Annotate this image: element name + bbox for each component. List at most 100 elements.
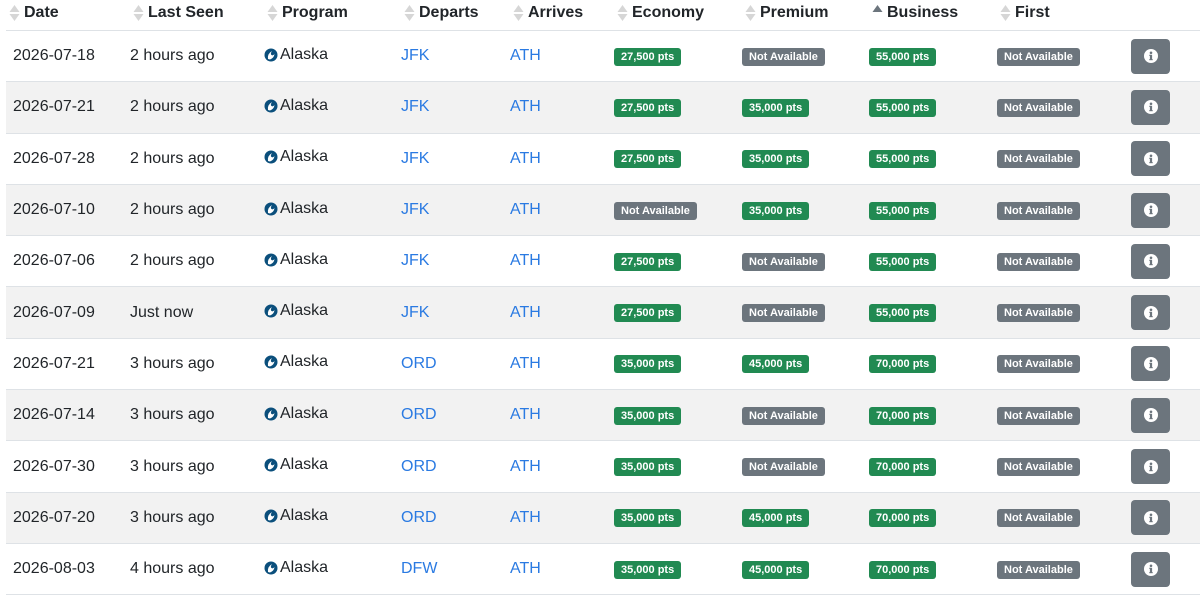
program-cell: Alaska <box>264 543 401 596</box>
departs-airport-link[interactable]: ORD <box>401 458 437 475</box>
business-cell: 70,000 pts <box>869 543 997 596</box>
details-button[interactable] <box>1131 89 1170 125</box>
details-button[interactable] <box>1131 38 1170 74</box>
alaska-logo-icon <box>264 304 278 318</box>
first-cell: Not Available <box>997 338 1123 391</box>
alaska-logo-icon <box>264 407 278 421</box>
date-value: 2026-07-09 <box>13 303 95 321</box>
arrives-airport-link[interactable]: ATH <box>510 47 541 64</box>
departs-airport-link[interactable]: JFK <box>401 150 429 167</box>
details-button[interactable] <box>1131 243 1170 279</box>
alaska-logo-icon <box>264 99 278 113</box>
column-header-label: Economy <box>632 4 705 21</box>
alaska-logo-icon <box>264 150 278 164</box>
details-button[interactable] <box>1131 500 1170 536</box>
column-header-label: Premium <box>760 4 829 21</box>
column-header-label: First <box>1015 4 1050 21</box>
date-value-cell: 2026-07-10 <box>6 184 130 237</box>
sort-icon <box>132 4 145 22</box>
departs-airport-link[interactable]: JFK <box>401 304 429 321</box>
column-header-economy[interactable]: Economy <box>614 0 742 31</box>
column-header-date[interactable]: Date <box>6 0 130 31</box>
unavailable-badge: Not Available <box>742 47 825 66</box>
arrives-airport-link-cell: ATH <box>510 133 614 185</box>
points-badge: 27,500 pts <box>614 252 682 271</box>
program: Alaska <box>264 46 328 64</box>
details-button[interactable] <box>1131 192 1170 228</box>
table-row: 2026-07-28 2 hours ago Alaska JFK ATH 27,500 … <box>6 133 1200 185</box>
column-header-first[interactable]: First <box>997 0 1123 31</box>
business-cell: 70,000 pts <box>869 440 997 493</box>
column-header-departs[interactable]: Departs <box>401 0 510 31</box>
points-badge: 35,000 pts <box>742 150 810 169</box>
economy-cell: 35,000 pts <box>614 543 742 596</box>
arrives-airport-link[interactable]: ATH <box>510 509 541 526</box>
date-value-cell: 2026-07-18 <box>6 30 130 83</box>
details-button[interactable] <box>1131 295 1170 331</box>
first-cell: Not Available <box>997 543 1123 596</box>
last-seen-value-cell: Just now <box>130 286 264 339</box>
table-row: 2026-07-14 3 hours ago Alaska ORD ATH 35,000 … <box>6 389 1200 442</box>
column-header-last-seen[interactable]: Last Seen <box>130 0 264 31</box>
actions-cell <box>1123 440 1200 493</box>
premium-cell: 35,000 pts <box>742 184 869 237</box>
departs-airport-link[interactable]: JFK <box>401 252 429 269</box>
arrives-airport-link[interactable]: ATH <box>510 150 541 167</box>
departs-airport-link[interactable]: ORD <box>401 509 437 526</box>
points-badge: 55,000 pts <box>869 47 937 66</box>
details-button[interactable] <box>1131 449 1170 485</box>
departs-airport-link-cell: ORD <box>401 492 510 544</box>
unavailable-badge: Not Available <box>997 98 1080 117</box>
program-cell: Alaska <box>264 286 401 339</box>
column-header-arrives[interactable]: Arrives <box>510 0 614 31</box>
details-button[interactable] <box>1131 141 1170 177</box>
program: Alaska <box>264 97 328 115</box>
arrives-airport-link[interactable]: ATH <box>510 355 541 372</box>
points-badge: 55,000 pts <box>869 98 937 117</box>
program: Alaska <box>264 353 328 371</box>
departs-airport-link-cell: ORD <box>401 389 510 442</box>
arrives-airport-link-cell: ATH <box>510 235 614 288</box>
column-header-label: Arrives <box>528 4 584 21</box>
arrives-airport-link[interactable]: ATH <box>510 252 541 269</box>
arrives-airport-link[interactable]: ATH <box>510 560 541 577</box>
departs-airport-link[interactable]: JFK <box>401 47 429 64</box>
column-header-program[interactable]: Program <box>264 0 401 31</box>
arrives-airport-link[interactable]: ATH <box>510 458 541 475</box>
economy-cell: 27,500 pts <box>614 30 742 83</box>
column-header-premium[interactable]: Premium <box>742 0 869 31</box>
table-row: 2026-07-21 3 hours ago Alaska ORD ATH 35,000 … <box>6 338 1200 391</box>
arrives-airport-link[interactable]: ATH <box>510 98 541 115</box>
column-header-label: Business <box>887 4 959 21</box>
departs-airport-link[interactable]: ORD <box>401 355 437 372</box>
arrives-airport-link[interactable]: ATH <box>510 304 541 321</box>
economy-cell: Not Available <box>614 184 742 237</box>
departs-airport-link-cell: JFK <box>401 81 510 134</box>
premium-cell: Not Available <box>742 389 869 442</box>
points-badge: 27,500 pts <box>614 150 682 169</box>
program: Alaska <box>264 200 328 218</box>
unavailable-badge: Not Available <box>997 560 1080 579</box>
unavailable-badge: Not Available <box>997 406 1080 425</box>
column-header-business[interactable]: Business <box>869 0 997 31</box>
departs-airport-link-cell: JFK <box>401 184 510 237</box>
economy-cell: 27,500 pts <box>614 81 742 134</box>
alaska-logo-icon <box>264 355 278 369</box>
date-value-cell: 2026-08-03 <box>6 543 130 596</box>
last-seen-value: 2 hours ago <box>130 149 215 167</box>
points-badge: 45,000 pts <box>742 560 810 579</box>
date-value-cell: 2026-07-30 <box>6 440 130 493</box>
departs-airport-link[interactable]: DFW <box>401 560 437 577</box>
departs-airport-link[interactable]: JFK <box>401 201 429 218</box>
unavailable-badge: Not Available <box>997 252 1080 271</box>
arrives-airport-link[interactable]: ATH <box>510 201 541 218</box>
departs-airport-link[interactable]: JFK <box>401 98 429 115</box>
actions-cell <box>1123 492 1200 544</box>
details-button[interactable] <box>1131 551 1170 587</box>
departs-airport-link[interactable]: ORD <box>401 406 437 423</box>
arrives-airport-link-cell: ATH <box>510 543 614 596</box>
details-button[interactable] <box>1131 346 1170 382</box>
arrives-airport-link[interactable]: ATH <box>510 406 541 423</box>
details-button[interactable] <box>1131 397 1170 433</box>
program-name: Alaska <box>280 353 329 371</box>
